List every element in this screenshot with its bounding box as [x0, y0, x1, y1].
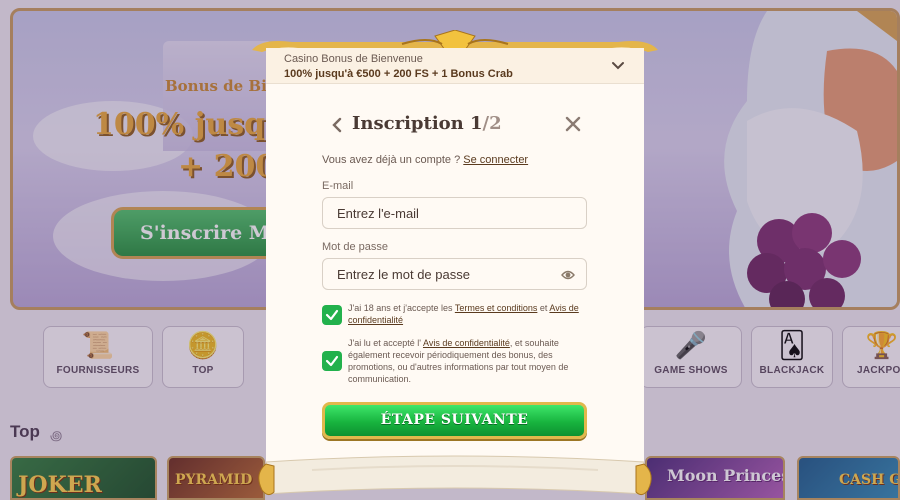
modal-title: Inscription 1/2	[352, 113, 502, 134]
checkmark-icon	[325, 355, 339, 367]
marketing-consent-row: J'ai lu et accepté l' Avis de confidenti…	[322, 337, 592, 387]
email-field[interactable]	[322, 197, 587, 229]
eye-icon[interactable]	[561, 269, 575, 281]
terms-checkbox[interactable]	[322, 305, 342, 325]
close-icon[interactable]	[564, 115, 582, 133]
email-input[interactable]	[323, 198, 586, 228]
password-field[interactable]	[322, 258, 587, 290]
scroll-bottom-ornament	[258, 455, 652, 496]
password-label: Mot de passe	[322, 241, 389, 253]
consent-text: et	[537, 303, 550, 313]
back-arrow-icon[interactable]	[329, 116, 345, 134]
bonus-description: 100% jusqu'à €500 + 200 FS + 1 Bonus Cra…	[284, 68, 513, 80]
terms-link[interactable]: Termes et conditions	[455, 303, 538, 313]
modal-title-text: Inscription 1	[352, 113, 483, 134]
login-prompt-text: Vous avez déjà un compte ?	[322, 154, 461, 166]
email-label: E-mail	[322, 180, 354, 192]
consent-text: J'ai lu et accepté l'	[348, 338, 423, 348]
bonus-title: Casino Bonus de Bienvenue	[284, 53, 423, 65]
privacy-link[interactable]: Avis de confidentialité	[423, 338, 510, 348]
consent-text: J'ai 18 ans et j'accepte les	[348, 303, 455, 313]
terms-consent-row: J'ai 18 ans et j'accepte les Termes et c…	[322, 302, 592, 328]
welcome-bonus-dropdown[interactable]: Casino Bonus de Bienvenue 100% jusqu'à €…	[266, 48, 644, 84]
password-input[interactable]	[323, 259, 586, 289]
marketing-consent-text: J'ai lu et accepté l' Avis de confidenti…	[348, 337, 592, 385]
chevron-down-icon[interactable]	[610, 57, 626, 73]
terms-consent-text: J'ai 18 ans et j'accepte les Termes et c…	[348, 302, 592, 326]
marketing-checkbox[interactable]	[322, 351, 342, 371]
step-indicator: /2	[482, 113, 502, 134]
login-prompt: Vous avez déjà un compte ? Se connecter	[322, 154, 528, 166]
login-link[interactable]: Se connecter	[463, 154, 528, 166]
next-step-button[interactable]: ÉTAPE SUIVANTE	[322, 402, 587, 439]
checkmark-icon	[325, 309, 339, 321]
